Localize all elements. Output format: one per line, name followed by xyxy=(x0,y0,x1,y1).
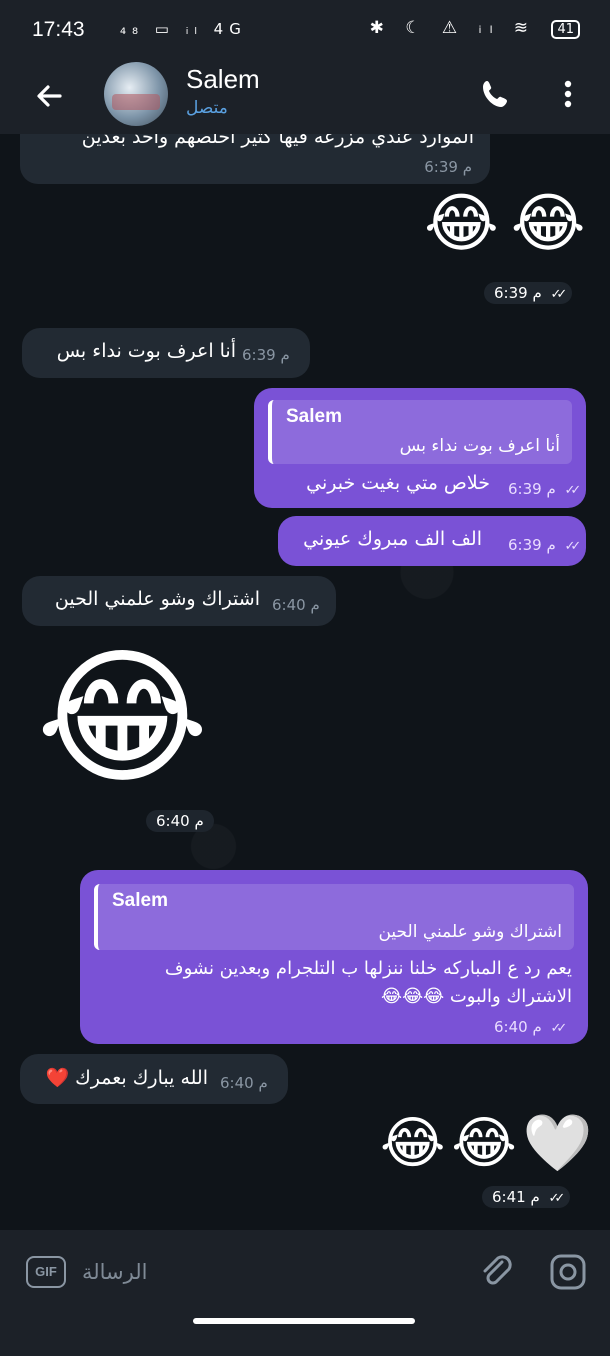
message-meta: 6:39 م ✓✓ xyxy=(508,480,582,498)
emoji-sticker[interactable]: 😂 xyxy=(36,644,209,792)
quote-author: Salem xyxy=(112,890,168,911)
emoji-sticker[interactable]: 😂😂 xyxy=(424,192,598,256)
gif-icon[interactable]: GIF xyxy=(26,1256,66,1288)
message-time: 6:39 م xyxy=(494,284,542,302)
message-time: 6:40 م xyxy=(494,1018,542,1036)
home-indicator[interactable] xyxy=(193,1318,415,1324)
contact-status: متصل xyxy=(186,98,228,118)
read-ticks-icon: ✓✓ xyxy=(564,483,582,498)
message-text: الله يبارك بعمرك ❤️ xyxy=(45,1067,208,1089)
message-outgoing[interactable]: Salem اشتراك وشو علمني الحين يعم رد ع ال… xyxy=(80,870,588,1044)
message-text-line: الاشتراك والبوت 😂😂😂 xyxy=(381,986,572,1007)
message-time: 6:40 م xyxy=(220,1074,268,1092)
status-system-icons: ✱ ☾ ⚠ ᵢₗ ≋ xyxy=(369,18,537,38)
status-left-icons: ₄₈ ▭ ᵢₗ 4G xyxy=(120,20,247,38)
message-text-line: يعم رد ع المباركه خلنا ننزلها ب التلجرام… xyxy=(164,958,572,979)
battery-icon: 41 xyxy=(551,20,580,39)
avatar[interactable] xyxy=(104,62,168,126)
quote-text: أنا اعرف بوت نداء بس xyxy=(399,436,560,456)
telegram-chat-screen: 17:43 ₄₈ ▭ ᵢₗ 4G ✱ ☾ ⚠ ᵢₗ ≋ 41 Salem متص… xyxy=(0,0,610,1356)
message-incoming[interactable]: أنا اعرف بوت نداء بس 6:39 م xyxy=(22,328,310,378)
reply-quote[interactable]: Salem اشتراك وشو علمني الحين xyxy=(94,884,574,950)
message-time: 6:41 م xyxy=(492,1188,540,1206)
chat-header: Salem متصل xyxy=(0,62,610,134)
camera-icon[interactable] xyxy=(548,1252,588,1292)
message-incoming[interactable]: الموارد عندي مزرعه فيها كثير اخلصهم واخد… xyxy=(20,134,490,184)
message-meta: 6:40 م ✓✓ xyxy=(494,1018,568,1036)
status-time: 17:43 xyxy=(32,18,85,41)
message-incoming[interactable]: الله يبارك بعمرك ❤️ 6:40 م xyxy=(20,1054,288,1104)
status-right-icons: ✱ ☾ ⚠ ᵢₗ ≋ 41 xyxy=(370,18,580,39)
contact-name[interactable]: Salem xyxy=(186,64,260,95)
message-outgoing[interactable]: Salem أنا اعرف بوت نداء بس خلاص متي بغيت… xyxy=(254,388,586,508)
paperclip-icon[interactable] xyxy=(478,1252,514,1292)
message-time: 6:40 م xyxy=(156,812,204,830)
message-text: أنا اعرف بوت نداء بس xyxy=(56,340,236,362)
message-incoming[interactable]: اشتراك وشو علمني الحين 6:40 م xyxy=(22,576,336,626)
message-time-pill: 6:41 م ✓✓ xyxy=(482,1186,571,1208)
message-time: 6:39 م xyxy=(424,158,472,176)
message-time-pill: 6:39 م ✓✓ xyxy=(484,282,573,304)
back-arrow-icon[interactable] xyxy=(30,76,70,116)
message-text: خلاص متي بغيت خبرني xyxy=(306,472,490,494)
message-time: 6:40 م xyxy=(272,596,320,614)
read-ticks-icon: ✓✓ xyxy=(550,1021,568,1036)
quote-author: Salem xyxy=(286,406,342,427)
emoji-sticker[interactable]: 😂😂🤍 xyxy=(380,1116,599,1172)
status-bar: 17:43 ₄₈ ▭ ᵢₗ 4G ✱ ☾ ⚠ ᵢₗ ≋ 41 xyxy=(0,0,610,62)
message-list[interactable]: الموارد عندي مزرعه فيها كثير اخلصهم واخد… xyxy=(0,134,610,1230)
quote-text: اشتراك وشو علمني الحين xyxy=(378,922,562,942)
message-time: 6:39 م xyxy=(508,536,556,554)
message-text: الموارد عندي مزرعه فيها كثير اخلصهم واخد… xyxy=(81,134,474,148)
read-ticks-icon: ✓✓ xyxy=(564,539,582,554)
message-time-pill: 6:40 م xyxy=(146,810,214,832)
message-time: 6:39 م xyxy=(508,480,556,498)
system-nav-bar xyxy=(0,1314,610,1356)
message-text: الف الف مبروك عيوني xyxy=(303,528,482,550)
read-ticks-icon: ✓✓ xyxy=(548,1191,566,1206)
phone-icon[interactable] xyxy=(478,76,514,112)
more-vertical-icon[interactable] xyxy=(556,76,580,112)
message-time: 6:39 م xyxy=(242,346,290,364)
reply-quote[interactable]: Salem أنا اعرف بوت نداء بس xyxy=(268,400,572,464)
message-input[interactable] xyxy=(82,1252,382,1292)
message-outgoing[interactable]: الف الف مبروك عيوني 6:39 م ✓✓ xyxy=(278,516,586,566)
compose-bar: GIF xyxy=(0,1230,610,1314)
message-meta: 6:39 م ✓✓ xyxy=(508,536,582,554)
message-text: اشتراك وشو علمني الحين xyxy=(54,588,260,610)
read-ticks-icon: ✓✓ xyxy=(550,287,568,302)
